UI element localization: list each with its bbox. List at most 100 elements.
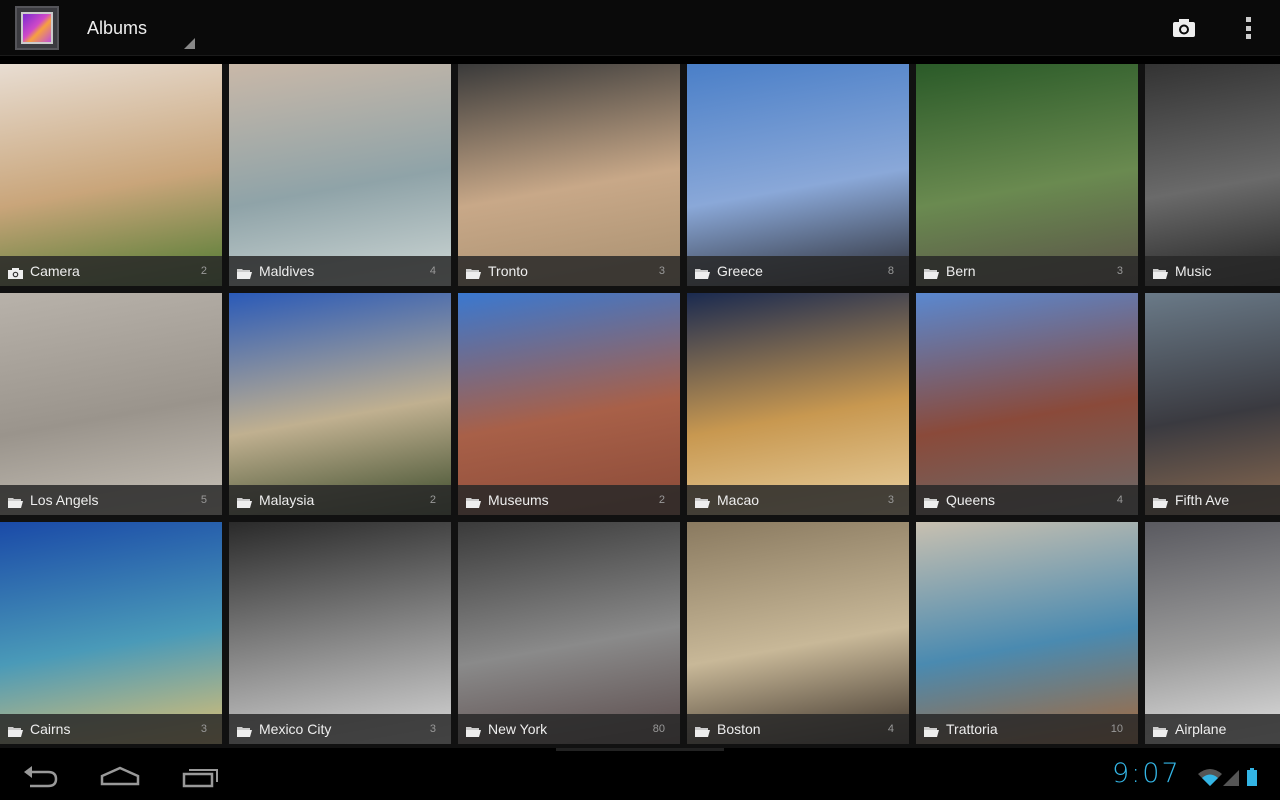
album-label-bar: Cairns 3 <box>0 714 222 744</box>
album-count: 4 <box>887 723 894 735</box>
album-name: Museums <box>488 492 549 508</box>
album-label-bar: Boston 4 <box>687 714 909 744</box>
folder-icon <box>8 495 23 508</box>
album-count: 3 <box>658 265 665 277</box>
album-count: 2 <box>429 494 436 506</box>
scroll-indicator <box>556 748 724 751</box>
album-name: Trattoria <box>946 721 998 737</box>
album-name: Maldives <box>259 263 315 279</box>
album-label-bar: Trattoria 10 <box>916 714 1138 744</box>
album-count: 2 <box>200 265 207 277</box>
album-thumbnail <box>916 64 1138 286</box>
album-tile[interactable]: Queens 4 <box>916 293 1138 515</box>
album-view-spinner[interactable]: Albums <box>87 18 147 39</box>
album-name: Fifth Ave <box>1175 492 1230 508</box>
album-count: 3 <box>1116 265 1123 277</box>
album-thumbnail <box>1145 293 1280 515</box>
album-grid: Camera 2 Maldives 4 Tronto 3 Greece 8 Be… <box>0 64 1280 748</box>
album-tile[interactable]: Mexico City 3 <box>229 522 451 744</box>
album-label-bar: Tronto 3 <box>458 256 680 286</box>
album-label-bar: Bern 3 <box>916 256 1138 286</box>
album-thumbnail <box>0 293 222 515</box>
folder-icon <box>924 724 939 737</box>
album-name: Boston <box>717 721 761 737</box>
album-label-bar: Music <box>1145 256 1280 286</box>
album-tile[interactable]: Museums 2 <box>458 293 680 515</box>
album-tile[interactable]: Airplane <box>1145 522 1280 744</box>
status-icons <box>1198 768 1257 786</box>
folder-icon <box>237 495 252 508</box>
album-thumbnail <box>687 64 909 286</box>
album-thumbnail <box>458 293 680 515</box>
clock: 9:07 <box>1112 758 1181 789</box>
album-tile[interactable]: Greece 8 <box>687 64 909 286</box>
album-name: New York <box>488 721 548 737</box>
album-label-bar: New York 80 <box>458 714 680 744</box>
album-thumbnail <box>458 522 680 744</box>
album-tile[interactable]: Boston 4 <box>687 522 909 744</box>
album-label-bar: Airplane <box>1145 714 1280 744</box>
folder-icon <box>695 724 710 737</box>
camera-button[interactable] <box>1170 14 1198 42</box>
action-bar: Albums <box>0 0 1280 56</box>
album-tile[interactable]: Los Angels 5 <box>0 293 222 515</box>
album-name: Macao <box>717 492 760 508</box>
album-name: Airplane <box>1175 721 1227 737</box>
album-tile[interactable]: Bern 3 <box>916 64 1138 286</box>
album-thumbnail <box>1145 64 1280 286</box>
home-button[interactable] <box>98 762 148 792</box>
home-icon <box>100 766 140 786</box>
album-count: 3 <box>200 723 207 735</box>
folder-icon <box>1153 266 1168 279</box>
album-thumbnail <box>687 293 909 515</box>
album-count: 3 <box>887 494 894 506</box>
album-name: Music <box>1175 263 1212 279</box>
album-tile[interactable]: New York 80 <box>458 522 680 744</box>
album-tile[interactable]: Camera 2 <box>0 64 222 286</box>
album-label-bar: Los Angels 5 <box>0 485 222 515</box>
back-icon <box>24 766 58 788</box>
album-count: 8 <box>887 265 894 277</box>
overflow-menu-button[interactable] <box>1238 14 1258 42</box>
album-name: Greece <box>717 263 763 279</box>
album-tile[interactable]: Fifth Ave <box>1145 293 1280 515</box>
folder-icon <box>8 724 23 737</box>
album-thumbnail <box>0 64 222 286</box>
folder-icon <box>1153 724 1168 737</box>
folder-icon <box>237 724 252 737</box>
album-label-bar: Museums 2 <box>458 485 680 515</box>
recent-apps-button[interactable] <box>180 762 230 792</box>
battery-icon <box>1247 768 1257 786</box>
album-label-bar: Greece 8 <box>687 256 909 286</box>
album-name: Malaysia <box>259 492 315 508</box>
album-tile[interactable]: Maldives 4 <box>229 64 451 286</box>
album-thumbnail <box>229 522 451 744</box>
album-count: 4 <box>1116 494 1123 506</box>
album-thumbnail <box>458 64 680 286</box>
album-tile[interactable]: Tronto 3 <box>458 64 680 286</box>
album-thumbnail <box>916 293 1138 515</box>
album-count: 10 <box>1110 723 1123 735</box>
folder-icon <box>695 495 710 508</box>
album-tile[interactable]: Cairns 3 <box>0 522 222 744</box>
album-name: Camera <box>30 263 80 279</box>
album-count: 4 <box>429 265 436 277</box>
album-name: Los Angels <box>30 492 99 508</box>
album-name: Mexico City <box>259 721 332 737</box>
album-label-bar: Macao 3 <box>687 485 909 515</box>
album-label-bar: Camera 2 <box>0 256 222 286</box>
album-count: 5 <box>200 494 207 506</box>
album-name: Bern <box>946 263 976 279</box>
album-label-bar: Maldives 4 <box>229 256 451 286</box>
camera-icon <box>1173 19 1195 37</box>
back-button[interactable] <box>18 762 68 792</box>
album-tile[interactable]: Malaysia 2 <box>229 293 451 515</box>
album-tile[interactable]: Macao 3 <box>687 293 909 515</box>
gallery-app-icon[interactable] <box>15 6 59 50</box>
album-tile[interactable]: Trattoria 10 <box>916 522 1138 744</box>
folder-icon <box>695 266 710 279</box>
album-tile[interactable]: Music <box>1145 64 1280 286</box>
album-label-bar: Queens 4 <box>916 485 1138 515</box>
album-name: Cairns <box>30 721 71 737</box>
recent-apps-icon <box>182 769 218 788</box>
